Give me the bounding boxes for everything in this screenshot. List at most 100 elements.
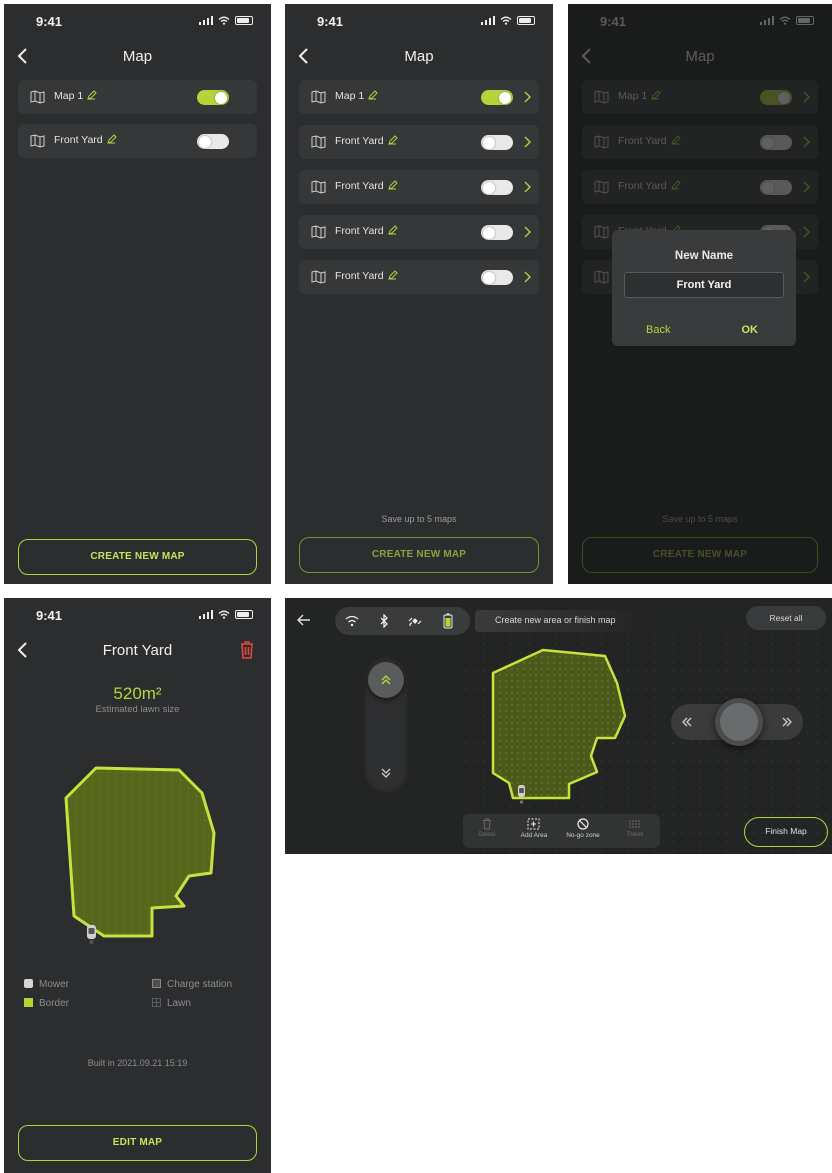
lawn-border bbox=[64, 766, 216, 938]
map-toggle[interactable] bbox=[760, 90, 792, 105]
status-bar: 9:41 bbox=[4, 598, 271, 632]
max-maps-note: Save up to 5 maps bbox=[381, 514, 457, 524]
border-swatch-icon bbox=[24, 998, 33, 1007]
dialog-back-button[interactable]: Back bbox=[646, 324, 670, 336]
travel-tool-button[interactable]: Travel bbox=[618, 818, 652, 846]
map-toggle[interactable] bbox=[481, 225, 513, 240]
map-icon bbox=[594, 135, 609, 149]
double-chevron-right-icon bbox=[782, 717, 792, 727]
chevron-right-icon[interactable] bbox=[523, 226, 531, 238]
battery-icon bbox=[796, 16, 814, 25]
map-icon bbox=[30, 134, 45, 148]
map-name-input[interactable] bbox=[624, 272, 784, 298]
battery-icon bbox=[235, 610, 253, 619]
finish-map-button[interactable]: Finish Map bbox=[744, 817, 828, 847]
page-title: Front Yard bbox=[102, 642, 173, 659]
map-row[interactable]: Front Yard bbox=[299, 170, 539, 204]
add-area-tool-button[interactable]: Add Area bbox=[516, 818, 552, 846]
map-row[interactable]: Front Yard bbox=[582, 125, 818, 159]
map-toggle[interactable] bbox=[197, 90, 229, 105]
map-row[interactable]: Front Yard bbox=[299, 125, 539, 159]
vertical-drive-control[interactable] bbox=[363, 656, 409, 794]
map-row[interactable]: Front Yard bbox=[18, 124, 257, 158]
map-row[interactable]: Map 1 bbox=[299, 80, 539, 114]
map-list-full-screen: 9:41 Map Map 1 Front Yard Front Yard Front … bbox=[285, 4, 553, 584]
vertical-joystick-knob[interactable] bbox=[368, 662, 404, 698]
lawn-map bbox=[491, 648, 627, 804]
map-tools-toolbar: Delete Add Area No-go zone Travel bbox=[463, 814, 660, 848]
map-name: Front Yard bbox=[335, 270, 384, 282]
double-chevron-up-icon bbox=[381, 674, 391, 685]
status-icons-bar bbox=[335, 607, 470, 635]
map-toggle[interactable] bbox=[760, 180, 792, 195]
trash-icon[interactable] bbox=[239, 640, 255, 660]
create-new-map-button[interactable]: CREATE NEW MAP bbox=[582, 537, 818, 573]
edit-pencil-icon[interactable] bbox=[670, 180, 681, 190]
map-row[interactable]: Map 1 bbox=[582, 80, 818, 114]
chevron-right-icon[interactable] bbox=[802, 226, 810, 238]
edit-pencil-icon[interactable] bbox=[387, 180, 398, 190]
horizontal-joystick-knob[interactable] bbox=[715, 698, 763, 746]
chevron-right-icon[interactable] bbox=[523, 271, 531, 283]
map-builder-screen: Create new area or finish map Reset all … bbox=[285, 598, 832, 854]
edit-pencil-icon[interactable] bbox=[387, 135, 398, 145]
edit-pencil-icon[interactable] bbox=[651, 90, 661, 100]
dialog-ok-button[interactable]: OK bbox=[742, 324, 759, 336]
chevron-right-icon[interactable] bbox=[802, 91, 810, 103]
signal-icon bbox=[480, 16, 495, 25]
map-name: Front Yard bbox=[335, 225, 384, 237]
edit-pencil-icon[interactable] bbox=[106, 134, 117, 144]
status-bar: 9:41 bbox=[285, 4, 553, 38]
map-icon bbox=[594, 90, 609, 104]
lawn-map bbox=[64, 766, 216, 944]
map-icon bbox=[311, 135, 326, 149]
map-row[interactable]: Map 1 bbox=[18, 80, 257, 114]
map-toggle[interactable] bbox=[481, 135, 513, 150]
charge-station-icon bbox=[89, 940, 94, 944]
no-go-zone-tool-button[interactable]: No-go zone bbox=[563, 818, 603, 846]
map-name: Front Yard bbox=[335, 135, 384, 147]
edit-pencil-icon[interactable] bbox=[368, 90, 378, 100]
map-toggle[interactable] bbox=[481, 90, 513, 105]
status-time: 9:41 bbox=[36, 608, 63, 623]
map-toggle[interactable] bbox=[197, 134, 229, 149]
map-name: Front Yard bbox=[335, 180, 384, 192]
chevron-right-icon[interactable] bbox=[523, 181, 531, 193]
edit-pencil-icon[interactable] bbox=[87, 90, 97, 100]
horizontal-drive-control[interactable] bbox=[671, 698, 803, 746]
back-arrow-icon[interactable] bbox=[297, 614, 311, 626]
edit-pencil-icon[interactable] bbox=[387, 225, 398, 235]
trash-icon bbox=[483, 818, 491, 830]
delete-tool-button[interactable]: Delete bbox=[473, 818, 501, 846]
chevron-right-icon[interactable] bbox=[802, 181, 810, 193]
chevron-right-icon[interactable] bbox=[802, 271, 810, 283]
map-icon bbox=[311, 90, 326, 104]
signal-icon bbox=[198, 16, 213, 25]
map-row[interactable]: Front Yard bbox=[299, 260, 539, 294]
reset-all-button[interactable]: Reset all bbox=[746, 606, 826, 630]
travel-path-icon bbox=[629, 820, 641, 828]
add-area-icon bbox=[527, 818, 540, 830]
create-new-map-button[interactable]: CREATE NEW MAP bbox=[18, 539, 257, 575]
status-bar: 9:41 bbox=[4, 4, 271, 38]
map-toggle[interactable] bbox=[481, 180, 513, 195]
map-icon bbox=[311, 180, 326, 194]
edit-pencil-icon[interactable] bbox=[387, 270, 398, 280]
wifi-icon bbox=[218, 16, 230, 25]
map-toggle[interactable] bbox=[760, 135, 792, 150]
bluetooth-icon bbox=[380, 614, 388, 628]
edit-map-button[interactable]: EDIT MAP bbox=[18, 1125, 257, 1161]
map-row[interactable]: Front Yard bbox=[299, 215, 539, 249]
edit-pencil-icon[interactable] bbox=[670, 135, 681, 145]
chevron-right-icon[interactable] bbox=[523, 136, 531, 148]
legend-mower: Mower bbox=[24, 979, 69, 990]
map-row[interactable]: Front Yard bbox=[582, 170, 818, 204]
no-go-icon bbox=[577, 818, 589, 830]
map-name: Map 1 bbox=[335, 90, 365, 102]
lawn-grid-icon bbox=[152, 998, 161, 1007]
legend-border: Border bbox=[24, 998, 69, 1009]
chevron-right-icon[interactable] bbox=[802, 136, 810, 148]
chevron-right-icon[interactable] bbox=[523, 91, 531, 103]
create-new-map-button[interactable]: CREATE NEW MAP bbox=[299, 537, 539, 573]
map-toggle[interactable] bbox=[481, 270, 513, 285]
